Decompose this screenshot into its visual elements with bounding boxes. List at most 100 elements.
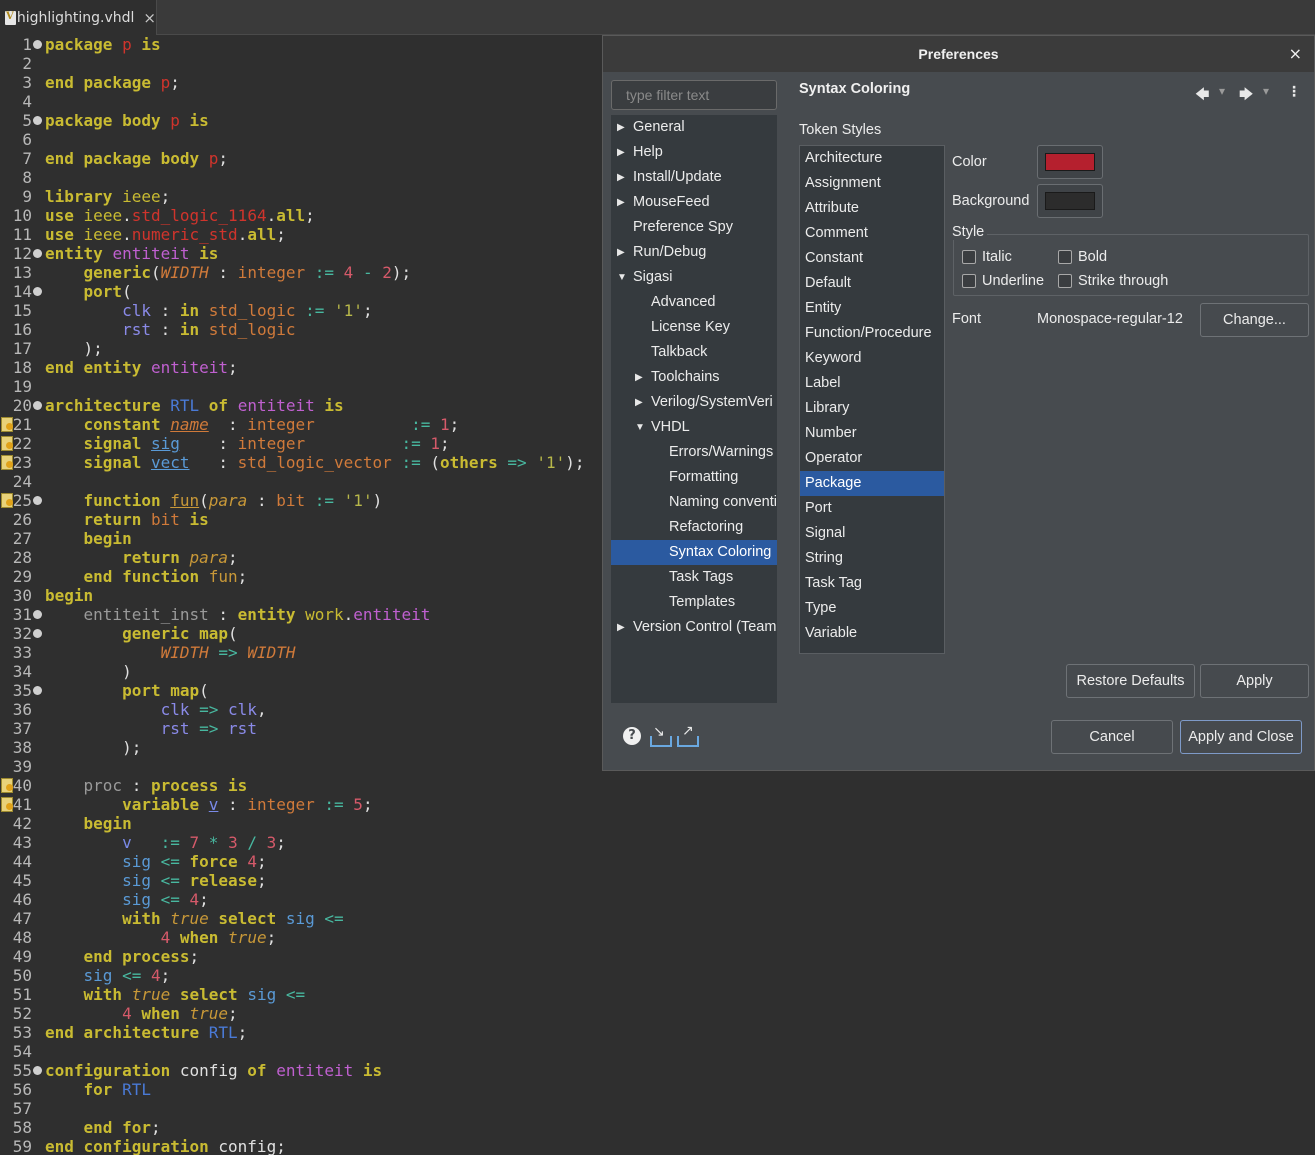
fold-icon[interactable] xyxy=(33,629,42,638)
fold-icon[interactable] xyxy=(33,287,42,296)
fold-icon[interactable] xyxy=(33,1066,42,1075)
token-style-item[interactable]: Default xyxy=(800,271,944,296)
collapsed-arrow-icon[interactable]: ▶ xyxy=(635,365,647,390)
token-style-item[interactable]: Architecture xyxy=(800,146,944,171)
expanded-arrow-icon[interactable]: ▼ xyxy=(617,265,629,290)
background-button[interactable] xyxy=(1037,184,1103,218)
code-editor[interactable]: 1 package p is 2 3 end package p; 4 5 packa… xyxy=(0,35,603,1155)
fold-icon[interactable] xyxy=(33,40,42,49)
apply-button[interactable]: Apply xyxy=(1200,664,1309,698)
forward-arrow-icon[interactable]: 🡆 xyxy=(1239,84,1253,108)
change-font-button[interactable]: Change... xyxy=(1200,303,1309,337)
restore-defaults-button[interactable]: Restore Defaults xyxy=(1066,664,1195,698)
strike-through-checkbox[interactable]: Strike through xyxy=(1058,273,1168,289)
tree-item[interactable]: Templates xyxy=(611,590,777,615)
cancel-button[interactable]: Cancel xyxy=(1051,720,1173,754)
token-style-item[interactable]: Task Tag xyxy=(800,571,944,596)
token-style-item[interactable]: Constant xyxy=(800,246,944,271)
tree-item[interactable]: ▼ VHDL xyxy=(611,415,777,440)
tab-close-icon[interactable]: × xyxy=(143,9,156,27)
tree-item-label: Task Tags xyxy=(669,569,734,585)
token-styles-list: Architecture Assignment Attribute Comment Co… xyxy=(799,145,945,654)
more-menu-icon[interactable]: ⋮ xyxy=(1287,84,1301,100)
token-style-item[interactable]: Attribute xyxy=(800,196,944,221)
collapsed-arrow-icon[interactable]: ▶ xyxy=(617,240,629,265)
expanded-arrow-icon[interactable]: ▼ xyxy=(635,415,647,440)
checkbox-box[interactable] xyxy=(962,274,976,288)
token-style-item[interactable]: Function/Procedure xyxy=(800,321,944,346)
import-icon[interactable] xyxy=(649,724,672,747)
tree-item[interactable]: Advanced xyxy=(611,290,777,315)
token-style-item[interactable]: Variable xyxy=(800,621,944,646)
tree-item-label: Formatting xyxy=(669,469,739,485)
tree-item[interactable]: ▼ Sigasi xyxy=(611,265,777,290)
tree-item-label: Sigasi xyxy=(633,269,673,285)
tree-item[interactable]: Naming conventi xyxy=(611,490,777,515)
tree-item[interactable]: ▶ Verilog/SystemVeri xyxy=(611,390,777,415)
collapsed-arrow-icon[interactable]: ▶ xyxy=(617,115,629,140)
token-style-item[interactable]: Keyword xyxy=(800,346,944,371)
collapsed-arrow-icon[interactable]: ▶ xyxy=(617,165,629,190)
fold-icon[interactable] xyxy=(33,686,42,695)
fold-icon[interactable] xyxy=(33,496,42,505)
tree-item[interactable]: Talkback xyxy=(611,340,777,365)
tree-item[interactable]: ▶ Run/Debug xyxy=(611,240,777,265)
collapsed-arrow-icon[interactable]: ▶ xyxy=(635,390,647,415)
editor-tab[interactable]: highlighting.vhdl × xyxy=(0,0,157,35)
token-style-item[interactable]: Port xyxy=(800,496,944,521)
filter-input[interactable] xyxy=(611,80,777,110)
tree-item[interactable]: Formatting xyxy=(611,465,777,490)
tree-item-label: Syntax Coloring xyxy=(669,544,772,560)
apply-and-close-button[interactable]: Apply and Close xyxy=(1180,720,1302,754)
token-style-item[interactable]: Assignment xyxy=(800,171,944,196)
collapsed-arrow-icon[interactable]: ▶ xyxy=(617,615,629,640)
tree-item[interactable]: Task Tags xyxy=(611,565,777,590)
tree-item[interactable]: Refactoring xyxy=(611,515,777,540)
fold-icon[interactable] xyxy=(33,610,42,619)
help-icon[interactable]: ? xyxy=(623,727,641,745)
tree-item[interactable]: ▶ Version Control (Team xyxy=(611,615,777,640)
token-style-item[interactable]: Signal xyxy=(800,521,944,546)
collapsed-arrow-icon[interactable]: ▶ xyxy=(617,140,629,165)
fold-icon[interactable] xyxy=(33,116,42,125)
tree-item[interactable]: ▶ Toolchains xyxy=(611,365,777,390)
token-style-item[interactable]: Operator xyxy=(800,446,944,471)
forward-menu-icon[interactable]: ▾ xyxy=(1263,84,1269,98)
collapsed-arrow-icon[interactable]: ▶ xyxy=(617,190,629,215)
underline-checkbox[interactable]: Underline xyxy=(962,273,1044,289)
vhdl-file-icon xyxy=(4,10,16,26)
token-style-item[interactable]: Label xyxy=(800,371,944,396)
tree-item[interactable]: Syntax Coloring xyxy=(611,540,777,565)
token-style-item[interactable]: Library xyxy=(800,396,944,421)
editor-tab-bar: highlighting.vhdl × xyxy=(0,0,1315,35)
token-style-item[interactable]: Package xyxy=(800,471,944,496)
token-style-item[interactable]: Type xyxy=(800,596,944,621)
tree-item[interactable]: License Key xyxy=(611,315,777,340)
token-style-item[interactable]: Entity xyxy=(800,296,944,321)
token-style-item[interactable]: Number xyxy=(800,421,944,446)
tree-item[interactable]: ▶ MouseFeed xyxy=(611,190,777,215)
back-arrow-icon[interactable]: 🡄 xyxy=(1195,84,1209,108)
tree-item-label: Errors/Warnings xyxy=(669,444,774,460)
underline-label: Underline xyxy=(982,273,1045,289)
token-style-item[interactable]: String xyxy=(800,546,944,571)
color-button[interactable] xyxy=(1037,145,1103,179)
export-icon[interactable] xyxy=(676,723,699,747)
close-icon[interactable]: × xyxy=(1289,44,1302,63)
fold-icon[interactable] xyxy=(33,249,42,258)
tree-item[interactable]: Errors/Warnings xyxy=(611,440,777,465)
checkbox-box[interactable] xyxy=(1058,250,1072,264)
italic-label: Italic xyxy=(982,249,1012,265)
back-menu-icon[interactable]: ▾ xyxy=(1219,84,1225,98)
tree-item[interactable]: ▶ Install/Update xyxy=(611,165,777,190)
italic-checkbox[interactable]: Italic xyxy=(962,249,1012,265)
bold-checkbox[interactable]: Bold xyxy=(1058,249,1107,265)
token-style-item[interactable]: Comment xyxy=(800,221,944,246)
checkbox-box[interactable] xyxy=(962,250,976,264)
fold-icon[interactable] xyxy=(33,401,42,410)
tree-item[interactable]: ▶ Help xyxy=(611,140,777,165)
tree-item[interactable]: ▶ General xyxy=(611,115,777,140)
tree-item-label: Refactoring xyxy=(669,519,744,535)
tree-item[interactable]: Preference Spy xyxy=(611,215,777,240)
checkbox-box[interactable] xyxy=(1058,274,1072,288)
